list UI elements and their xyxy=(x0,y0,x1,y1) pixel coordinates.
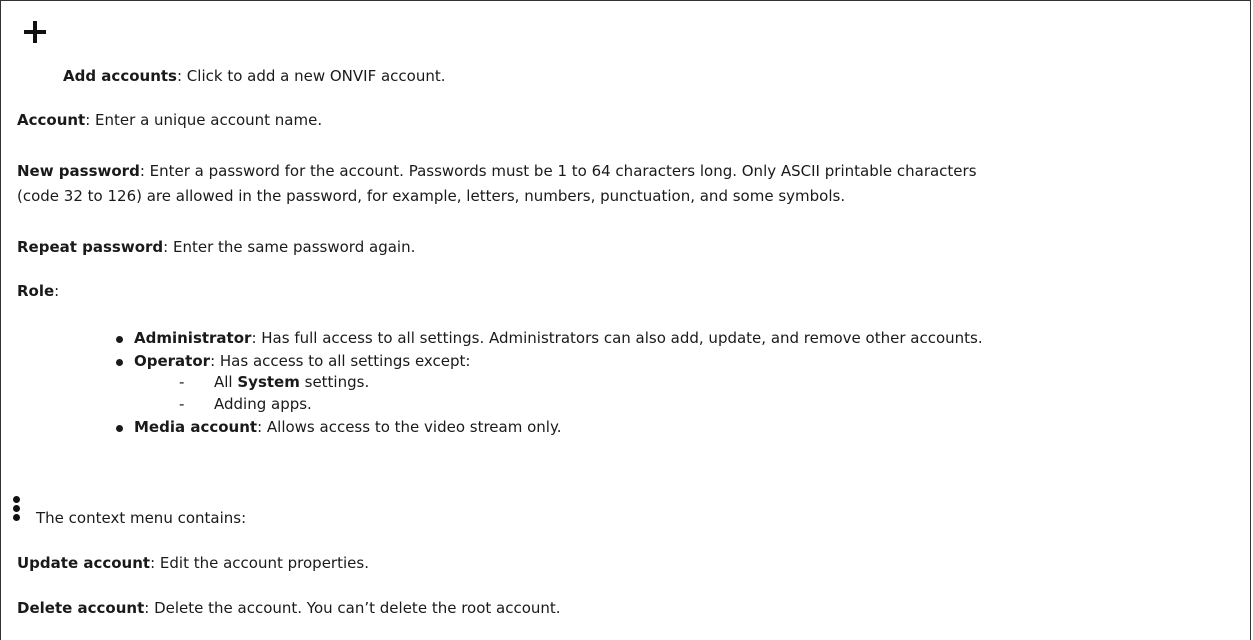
subitem-text-pre: All xyxy=(214,373,238,391)
new-password-label: New password xyxy=(17,162,140,180)
role-item-text: : Allows access to the video stream only… xyxy=(257,418,562,436)
subitem-text-post: settings. xyxy=(299,373,370,391)
role-subitem-apps: Adding apps. xyxy=(214,394,312,415)
update-account-line: Update account: Edit the account propert… xyxy=(17,553,369,574)
account-text: : Enter a unique account name. xyxy=(85,111,323,129)
subitem-text: Adding apps. xyxy=(214,395,312,413)
sub-dash: - xyxy=(179,373,185,391)
bullet-dot xyxy=(116,359,123,366)
role-item-label: Administrator xyxy=(134,329,252,347)
account-label: Account xyxy=(17,111,86,129)
repeat-password-text: : Enter the same password again. xyxy=(163,238,416,256)
delete-account-text: : Delete the account. You can’t delete t… xyxy=(144,599,561,617)
role-label: Role xyxy=(17,282,55,300)
sub-dash: - xyxy=(179,395,185,413)
role-item-text: : Has full access to all settings. Admin… xyxy=(251,329,983,347)
context-menu-line: The context menu contains: xyxy=(36,508,246,529)
role-line: Role: xyxy=(17,281,59,302)
context-menu-text: The context menu contains: xyxy=(36,509,247,527)
account-line: Account: Enter a unique account name. xyxy=(17,110,322,131)
subitem-text-bold: System xyxy=(237,373,300,391)
role-item-text: : Has access to all settings except: xyxy=(210,352,471,370)
role-item-media-account: Media account: Allows access to the vide… xyxy=(134,417,561,438)
more-vertical-icon xyxy=(13,496,21,522)
role-item-label: Operator xyxy=(134,352,211,370)
plus-icon xyxy=(24,21,46,43)
repeat-password-line: Repeat password: Enter the same password… xyxy=(17,237,415,258)
delete-account-label: Delete account xyxy=(17,599,145,617)
add-accounts-line: Add accounts: Click to add a new ONVIF a… xyxy=(63,66,446,87)
role-subitem-system: All System settings. xyxy=(214,372,369,393)
add-accounts-label: Add accounts xyxy=(63,67,177,85)
new-password-line-1: New password: Enter a password for the a… xyxy=(17,161,977,182)
add-accounts-text: : Click to add a new ONVIF account. xyxy=(176,67,446,85)
bullet-dot xyxy=(116,425,123,432)
role-item-label: Media account xyxy=(134,418,258,436)
bullet-dot xyxy=(116,336,123,343)
new-password-line-2: (code 32 to 126) are allowed in the pass… xyxy=(17,186,845,207)
new-password-text-2: (code 32 to 126) are allowed in the pass… xyxy=(17,187,846,205)
delete-account-line: Delete account: Delete the account. You … xyxy=(17,598,561,619)
update-account-text: : Edit the account properties. xyxy=(150,554,369,572)
new-password-text-1: : Enter a password for the account. Pass… xyxy=(139,162,977,180)
role-item-operator: Operator: Has access to all settings exc… xyxy=(134,351,470,372)
role-suffix: : xyxy=(54,282,60,300)
document-frame xyxy=(0,0,1251,640)
role-item-administrator: Administrator: Has full access to all se… xyxy=(134,328,983,349)
update-account-label: Update account xyxy=(17,554,151,572)
repeat-password-label: Repeat password xyxy=(17,238,164,256)
